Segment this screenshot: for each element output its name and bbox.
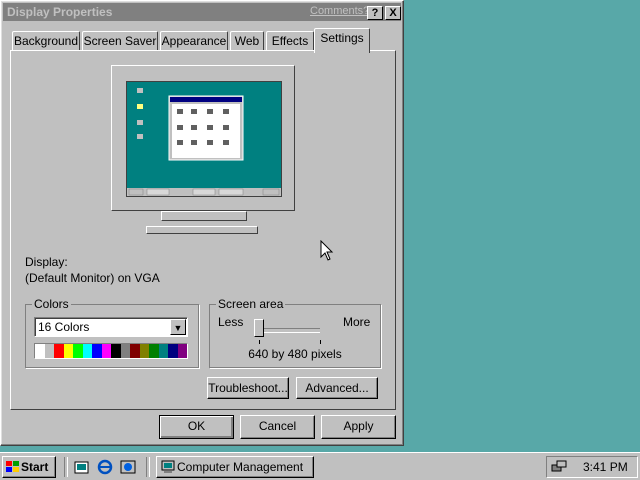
start-button[interactable]: Start <box>2 456 56 478</box>
cancel-button[interactable]: Cancel <box>240 415 315 439</box>
tab-background[interactable]: Background <box>12 31 80 51</box>
palette-swatch <box>149 344 159 358</box>
help-button[interactable]: ? <box>367 6 383 20</box>
monitor-preview <box>111 65 295 211</box>
display-properties-window: Display Properties Comments? ? X Backgro… <box>0 0 404 446</box>
ok-button[interactable]: OK <box>159 415 234 439</box>
clock[interactable]: 3:41 PM <box>583 460 628 474</box>
close-button[interactable]: X <box>385 6 401 20</box>
palette-swatch <box>82 344 92 358</box>
network-icon[interactable] <box>551 459 567 475</box>
resolution-label: 640 by 480 pixels <box>248 347 342 361</box>
palette-swatch <box>35 344 45 358</box>
taskbar-item-computer-management[interactable]: Computer Management <box>156 456 314 478</box>
window-title: Display Properties <box>7 5 113 19</box>
show-desktop-icon[interactable] <box>74 459 90 475</box>
display-label: Display: <box>25 255 68 269</box>
monitor-base <box>146 226 258 234</box>
palette-swatch <box>139 344 149 358</box>
slider-tick <box>320 340 321 344</box>
color-palette-preview <box>34 343 188 359</box>
colors-group-label: Colors <box>32 297 71 311</box>
channels-icon[interactable] <box>120 459 136 475</box>
palette-swatch <box>73 344 83 358</box>
tab-appearance[interactable]: Appearance <box>160 31 228 51</box>
troubleshoot-button[interactable]: Troubleshoot... <box>207 377 289 399</box>
palette-swatch <box>168 344 178 358</box>
palette-swatch <box>92 344 102 358</box>
screen-area-group-label: Screen area <box>216 297 286 311</box>
palette-swatch <box>54 344 64 358</box>
palette-swatch <box>130 344 140 358</box>
taskbar-divider <box>146 457 150 477</box>
palette-swatch <box>158 344 168 358</box>
palette-swatch <box>120 344 130 358</box>
start-label: Start <box>21 460 49 474</box>
mouse-cursor-icon <box>320 240 334 261</box>
title-bar[interactable]: Display Properties Comments? ? X <box>3 3 401 21</box>
comments-link[interactable]: Comments? <box>310 5 369 17</box>
less-label: Less <box>218 315 244 329</box>
computer-management-icon <box>161 460 175 473</box>
screen-area-slider-thumb[interactable] <box>254 319 264 337</box>
apply-button[interactable]: Apply <box>321 415 396 439</box>
screen-area-group: Screen area Less More 640 by 480 pixels <box>209 297 381 368</box>
tab-screen-saver[interactable]: Screen Saver <box>82 31 158 51</box>
tab-effects[interactable]: Effects <box>266 31 314 51</box>
tab-settings[interactable]: Settings <box>314 28 370 53</box>
tab-web[interactable]: Web <box>230 31 264 51</box>
colors-selected-value: 16 Colors <box>38 320 90 334</box>
more-label: More <box>343 315 371 329</box>
internet-explorer-icon[interactable] <box>97 459 113 475</box>
monitor-neck <box>161 211 247 221</box>
chevron-down-icon[interactable]: ▼ <box>170 319 186 335</box>
slider-tick <box>259 340 260 344</box>
system-tray: 3:41 PM <box>546 456 638 478</box>
display-value: (Default Monitor) on VGA <box>25 271 160 285</box>
taskbar-divider <box>64 457 68 477</box>
colors-dropdown[interactable]: 16 Colors ▼ <box>34 317 188 337</box>
colors-group: Colors 16 Colors ▼ <box>25 297 199 368</box>
palette-swatch <box>101 344 111 358</box>
taskbar-item-label: Computer Management <box>177 460 304 474</box>
advanced-button[interactable]: Advanced... <box>296 377 378 399</box>
palette-swatch <box>63 344 73 358</box>
desktop-preview-screen <box>126 81 282 197</box>
palette-swatch <box>44 344 54 358</box>
windows-logo-icon <box>6 461 19 472</box>
taskbar: Start Computer Management 3:41 PM <box>0 452 640 480</box>
palette-swatch <box>111 344 121 358</box>
palette-swatch <box>177 344 187 358</box>
